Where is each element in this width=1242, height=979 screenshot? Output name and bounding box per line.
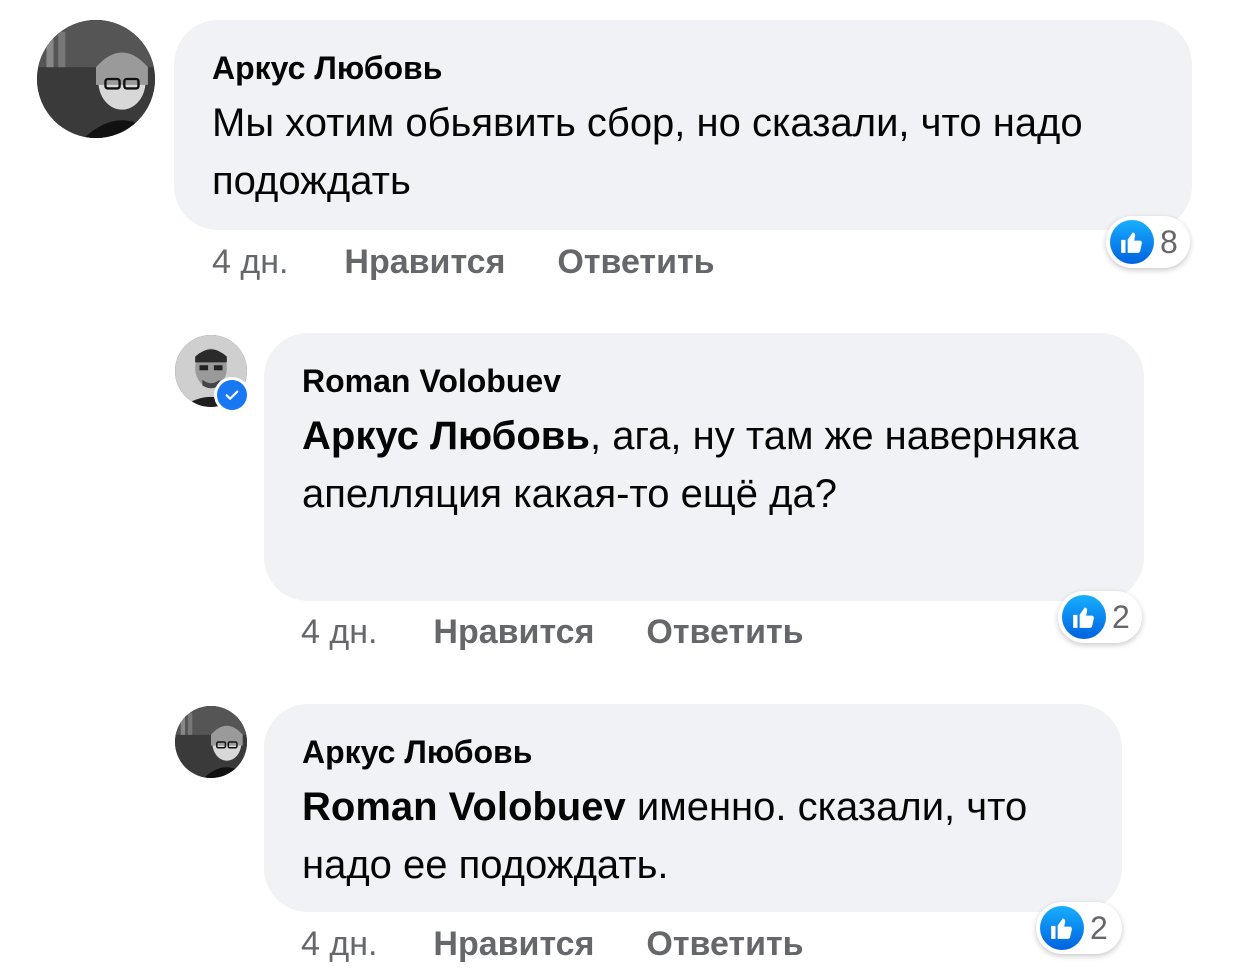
avatar[interactable] [37,20,155,138]
comment-actions: 4 дн. Нравится Ответить [301,610,856,654]
like-icon [1110,220,1154,264]
like-icon [1062,595,1106,639]
reaction-count: 8 [1160,223,1178,260]
avatar[interactable] [175,706,247,778]
comment-bubble: Roman Volobuev Аркус Любовь, ага, ну там… [264,333,1144,601]
comment-text: Roman Volobuev именно. сказали, что надо… [302,778,1086,894]
comment-text: Мы хотим обьявить сбор, но сказали, что … [212,94,1156,210]
reaction-summary[interactable]: 2 [1036,902,1122,954]
reaction-count: 2 [1112,598,1130,635]
comment-body: Мы хотим обьявить сбор, но сказали, что … [212,101,1083,203]
comment-time[interactable]: 4 дн. [301,613,377,652]
comment-bubble: Аркус Любовь Мы хотим обьявить сбор, но … [174,20,1192,230]
like-button[interactable]: Нравится [433,613,594,652]
reply-button[interactable]: Ответить [646,613,803,652]
comment-mention[interactable]: Roman Volobuev [302,785,626,829]
reply-button[interactable]: Ответить [646,925,803,964]
comment-actions: 4 дн. Нравится Ответить [301,922,856,966]
comment-mention[interactable]: Аркус Любовь [302,414,590,458]
comment-text: Аркус Любовь, ага, ну там же наверняка а… [302,407,1108,523]
reaction-summary[interactable]: 8 [1106,216,1190,268]
comment-time[interactable]: 4 дн. [301,925,377,964]
verified-badge-icon [214,377,250,413]
avatar-image [37,20,155,138]
comment-time[interactable]: 4 дн. [212,243,288,282]
comment-bubble: Аркус Любовь Roman Volobuev именно. сказ… [264,704,1122,912]
like-icon [1040,906,1084,950]
reply-button[interactable]: Ответить [557,243,714,282]
like-button[interactable]: Нравится [433,925,594,964]
avatar-image [175,706,247,778]
like-button[interactable]: Нравится [344,243,505,282]
comment-author[interactable]: Roman Volobuev [302,361,1108,401]
reaction-summary[interactable]: 2 [1058,591,1142,643]
reaction-count: 2 [1090,909,1108,946]
comment-author[interactable]: Аркус Любовь [212,48,1156,88]
comment-actions: 4 дн. Нравится Ответить [212,240,767,284]
comment-author[interactable]: Аркус Любовь [302,732,1086,772]
